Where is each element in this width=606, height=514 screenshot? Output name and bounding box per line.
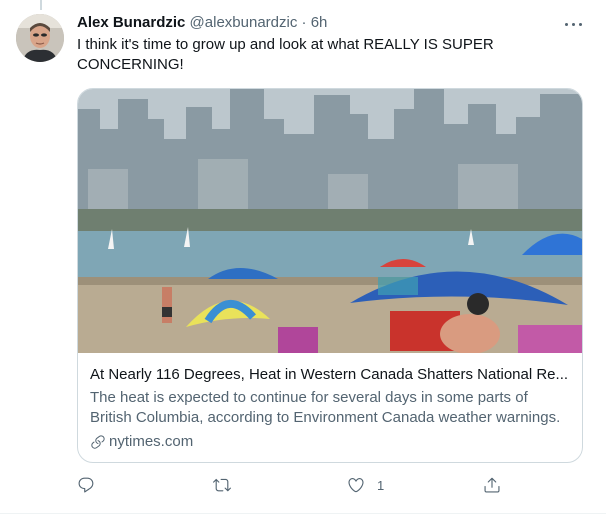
card-domain: nytimes.com xyxy=(90,432,572,452)
like-count: 1 xyxy=(377,477,385,493)
tweet-text: I think it's time to grow up and look at… xyxy=(77,36,494,73)
card-text-block: At Nearly 116 Degrees, Heat in Western C… xyxy=(90,365,572,452)
card-description: The heat is expected to continue for sev… xyxy=(90,389,561,426)
header-separator: · xyxy=(301,14,307,31)
card-title: At Nearly 116 Degrees, Heat in Western C… xyxy=(90,366,569,383)
retweet-icon xyxy=(213,478,231,492)
thread-connector-line xyxy=(40,0,42,10)
heart-icon xyxy=(348,478,364,493)
reply-button[interactable] xyxy=(77,474,107,496)
author-handle[interactable]: @alexbunardzic xyxy=(190,14,298,31)
link-icon xyxy=(91,435,105,449)
tweet-header: Alex Bunardzic @alexbunardzic · 6h xyxy=(77,13,327,33)
share-icon xyxy=(484,477,500,493)
tweet-actions: 1 xyxy=(77,474,517,496)
tweet-timestamp[interactable]: 6h xyxy=(311,14,328,31)
like-button[interactable]: 1 xyxy=(347,474,384,496)
retweet-button[interactable] xyxy=(213,474,243,496)
author-name[interactable]: Alex Bunardzic xyxy=(77,14,185,31)
avatar[interactable] xyxy=(16,14,64,62)
more-options-button[interactable] xyxy=(562,14,586,34)
card-domain-text: nytimes.com xyxy=(109,433,194,450)
reply-icon xyxy=(78,477,94,493)
link-preview-card[interactable]: At Nearly 116 Degrees, Heat in Western C… xyxy=(77,88,583,463)
avatar-image xyxy=(16,14,64,62)
share-button[interactable] xyxy=(483,474,501,496)
card-image xyxy=(78,89,582,353)
